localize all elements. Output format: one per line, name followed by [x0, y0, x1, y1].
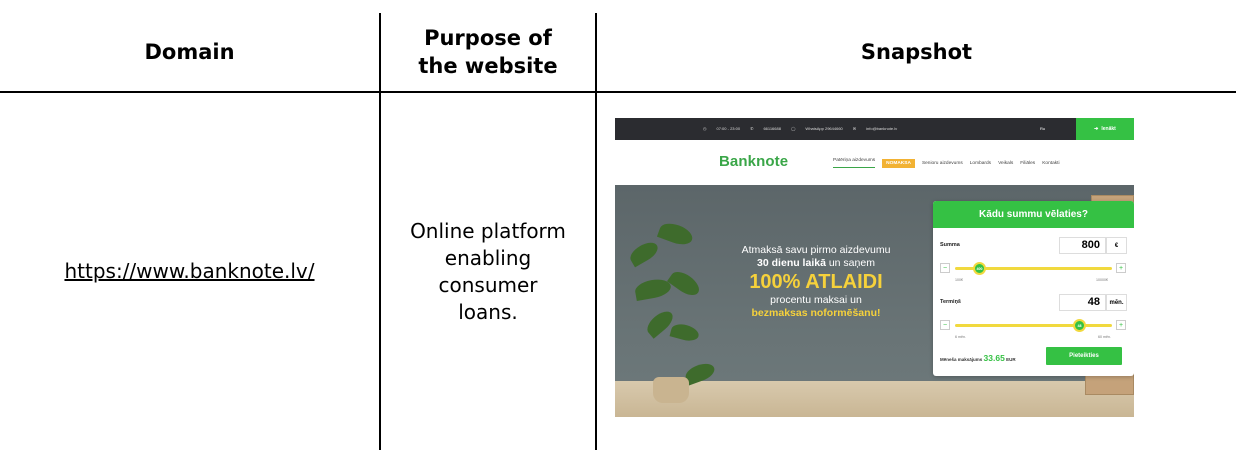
menu-item-pawnshop[interactable]: Lombards	[970, 161, 991, 166]
amount-slider-knob[interactable]: 400	[973, 262, 986, 275]
header-purpose-line-2: the website	[418, 54, 558, 78]
language-switch[interactable]: Ru	[1040, 126, 1045, 131]
plant-pot	[653, 377, 689, 403]
login-icon: ➔	[1094, 126, 1099, 132]
header-purpose-line-1: Purpose of	[424, 26, 552, 50]
menu-item-branches[interactable]: Filiāles	[1020, 161, 1035, 166]
login-button[interactable]: ➔ Ienākt	[1076, 118, 1134, 140]
monthly-currency: EUR	[1006, 357, 1016, 362]
term-input[interactable]: 48	[1059, 294, 1106, 311]
term-minus-button[interactable]: −	[940, 320, 950, 330]
purpose-line: loans.	[458, 299, 518, 324]
clock-icon: ◷	[703, 126, 707, 131]
promo-line-2-bold: 30 dienu laikā	[757, 257, 826, 269]
amount-min: 100€	[955, 278, 963, 282]
snapshot-topbar: ◷ 07:00 - 23:00 ✆ 66116688 ◯ WhatsApp 29644…	[615, 118, 1134, 140]
term-plus-button[interactable]: +	[1116, 320, 1126, 330]
amount-minus-button[interactable]: −	[940, 263, 950, 273]
phone-icon: ✆	[750, 126, 754, 131]
promo-line-1: Atmaksā savu pirmo aizdevumu	[741, 244, 891, 256]
apply-button[interactable]: Pieteikties	[1046, 347, 1122, 365]
purpose-line: consumer	[438, 272, 538, 297]
purpose-cell: Online platform enabling consumer loans.	[381, 93, 595, 450]
whatsapp-text[interactable]: WhatsApp 29644660	[805, 126, 842, 131]
email-text[interactable]: info@banknote.lv	[866, 126, 897, 131]
loan-calculator: Kādu summu vēlaties? Summa 800 € − 400 +…	[933, 201, 1134, 376]
mail-icon: ✉	[852, 126, 857, 131]
menu-item-consumer[interactable]: Patēriņa aizdevums	[833, 158, 876, 168]
monthly-amount: 33.65	[983, 353, 1005, 363]
promo-text: Atmaksā savu pirmo aizdevumu 30 dienu la…	[701, 244, 931, 320]
header-domain: Domain	[144, 40, 235, 64]
main-menu: Patēriņa aizdevums NOMAKSA Senioru aizde…	[833, 158, 1060, 168]
promo-line-4: procentu maksai un	[770, 294, 862, 306]
plant-leaf	[627, 238, 661, 268]
menu-item-contacts[interactable]: Kontakti	[1042, 161, 1059, 166]
purpose-line: enabling	[444, 245, 532, 270]
website-snapshot: ◷ 07:00 - 23:00 ✆ 66116688 ◯ WhatsApp 29644…	[615, 118, 1134, 417]
whatsapp-icon: ◯	[790, 126, 796, 131]
menu-item-nomaksa[interactable]: NOMAKSA	[882, 158, 915, 168]
amount-plus-button[interactable]: +	[1116, 263, 1126, 273]
plant-leaf	[656, 219, 696, 249]
term-min: 6 mēn.	[955, 335, 966, 339]
term-label: Termiņš	[940, 299, 961, 305]
snapshot-nav: Banknote Patēriņa aizdevums NOMAKSA Seni…	[615, 140, 1134, 185]
term-max: 60 mēn.	[1098, 335, 1111, 339]
purpose-line: Online platform	[410, 218, 566, 243]
promo-headline: 100% ATLAIDI	[749, 271, 883, 293]
amount-input[interactable]: 800	[1059, 237, 1106, 254]
menu-item-shops[interactable]: Veikals	[998, 161, 1013, 166]
header-purpose: Purpose of the website	[381, 14, 595, 90]
term-unit: mēn.	[1106, 294, 1127, 311]
amount-unit: €	[1106, 237, 1127, 254]
brand-logo[interactable]: Banknote	[719, 153, 788, 170]
phone-text[interactable]: 66116688	[763, 126, 781, 131]
plant-leaf	[667, 267, 703, 300]
monthly-label: Mēneša maksājums	[940, 357, 983, 362]
amount-label: Summa	[940, 242, 960, 248]
domain-cell: https://www.banknote.lv/	[0, 93, 379, 450]
monthly-payment: Mēneša maksājums 33.65 EUR	[940, 353, 1016, 363]
calculator-title: Kādu summu vēlaties?	[933, 201, 1134, 228]
promo-line-2-rest: un saņem	[825, 257, 875, 269]
plant-leaf	[669, 321, 701, 344]
amount-max: 10000€	[1096, 278, 1108, 282]
hours-text: 07:00 - 23:00	[716, 126, 741, 131]
hero-floor	[615, 381, 1134, 417]
term-slider-knob[interactable]: 48	[1073, 319, 1086, 332]
promo-line-5: bezmaksas noformēšanu!	[751, 307, 881, 319]
domain-link[interactable]: https://www.banknote.lv/	[64, 258, 314, 285]
menu-item-senior[interactable]: Senioru aizdevums	[922, 161, 963, 166]
term-slider-track[interactable]	[955, 324, 1112, 327]
header-snapshot: Snapshot	[860, 40, 973, 64]
